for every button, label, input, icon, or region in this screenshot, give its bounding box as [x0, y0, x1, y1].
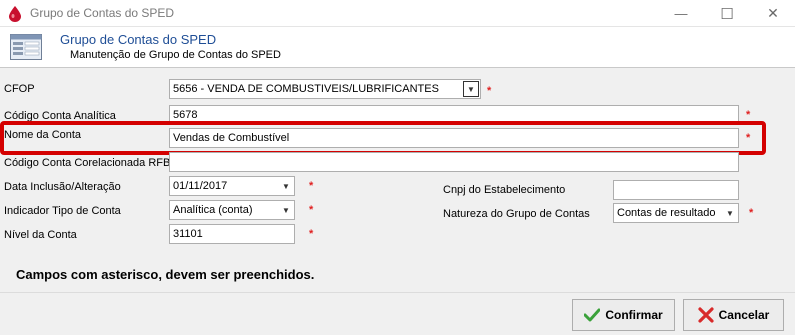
- maximize-button[interactable]: ☐: [704, 0, 750, 27]
- cancel-button[interactable]: Cancelar: [683, 299, 784, 331]
- required-fields-note: Campos com asterisco, devem ser preenchi…: [16, 267, 315, 282]
- cancel-label: Cancelar: [718, 308, 770, 322]
- close-button[interactable]: ✕: [750, 0, 795, 27]
- page-title: Grupo de Contas do SPED: [60, 32, 217, 47]
- required-mark: *: [309, 228, 314, 240]
- nivel-conta-label: Nível da Conta: [4, 229, 77, 241]
- cfop-value: 5656 - VENDA DE COMBUSTIVEIS/LUBRIFICANT…: [173, 83, 439, 95]
- dropdown-arrow-icon[interactable]: ▼: [463, 81, 479, 97]
- required-mark: *: [746, 109, 751, 121]
- data-inclusao-value: 01/11/2017: [173, 180, 228, 192]
- codigo-conta-corelacionada-input[interactable]: [169, 152, 739, 172]
- cnpj-label: Cnpj do Estabelecimento: [443, 184, 566, 196]
- dropdown-arrow-icon[interactable]: ▼: [278, 177, 294, 195]
- data-inclusao-picker[interactable]: 01/11/2017 ▼: [169, 176, 295, 196]
- required-mark: *: [309, 204, 314, 216]
- highlight-box: [0, 121, 766, 155]
- dropdown-arrow-icon[interactable]: ▼: [278, 201, 294, 219]
- window-title: Grupo de Contas do SPED: [30, 6, 175, 20]
- natureza-select[interactable]: Contas de resultado ▼: [613, 203, 739, 223]
- minimize-icon: —: [674, 6, 688, 21]
- page-subtitle: Manutenção de Grupo de Contas do SPED: [70, 49, 281, 61]
- form-icon: [10, 34, 42, 60]
- indicador-tipo-select[interactable]: Analítica (conta) ▼: [169, 200, 295, 220]
- cnpj-input[interactable]: [613, 180, 739, 200]
- indicador-tipo-label: Indicador Tipo de Conta: [4, 205, 121, 217]
- form-header: Grupo de Contas do SPED Manutenção de Gr…: [0, 27, 795, 68]
- button-bar: [0, 292, 795, 335]
- maximize-icon: ☐: [720, 5, 734, 23]
- title-bar: Grupo de Contas do SPED — ☐ ✕: [0, 0, 795, 27]
- cancel-x-icon: [698, 307, 714, 323]
- close-icon: ✕: [767, 5, 779, 21]
- confirm-label: Confirmar: [605, 308, 663, 322]
- natureza-value: Contas de resultado: [617, 207, 716, 219]
- nivel-conta-value: 31101: [173, 228, 203, 240]
- natureza-label: Natureza do Grupo de Contas: [443, 208, 590, 220]
- app-icon: [9, 6, 21, 22]
- codigo-conta-corelacionada-label: Código Conta Corelacionada RFB: [4, 157, 171, 169]
- cfop-select[interactable]: 5656 - VENDA DE COMBUSTIVEIS/LUBRIFICANT…: [169, 79, 481, 99]
- indicador-tipo-value: Analítica (conta): [173, 204, 253, 216]
- minimize-button[interactable]: —: [658, 0, 704, 27]
- data-inclusao-label: Data Inclusão/Alteração: [4, 181, 121, 193]
- dropdown-arrow-icon[interactable]: ▼: [722, 204, 738, 222]
- cfop-label: CFOP: [4, 83, 35, 95]
- check-icon: [584, 308, 601, 322]
- required-mark: *: [487, 85, 492, 97]
- nivel-conta-input[interactable]: 31101: [169, 224, 295, 244]
- required-mark: *: [749, 207, 754, 219]
- required-mark: *: [309, 180, 314, 192]
- confirm-button[interactable]: Confirmar: [572, 299, 675, 331]
- codigo-conta-analitica-value: 5678: [173, 109, 198, 121]
